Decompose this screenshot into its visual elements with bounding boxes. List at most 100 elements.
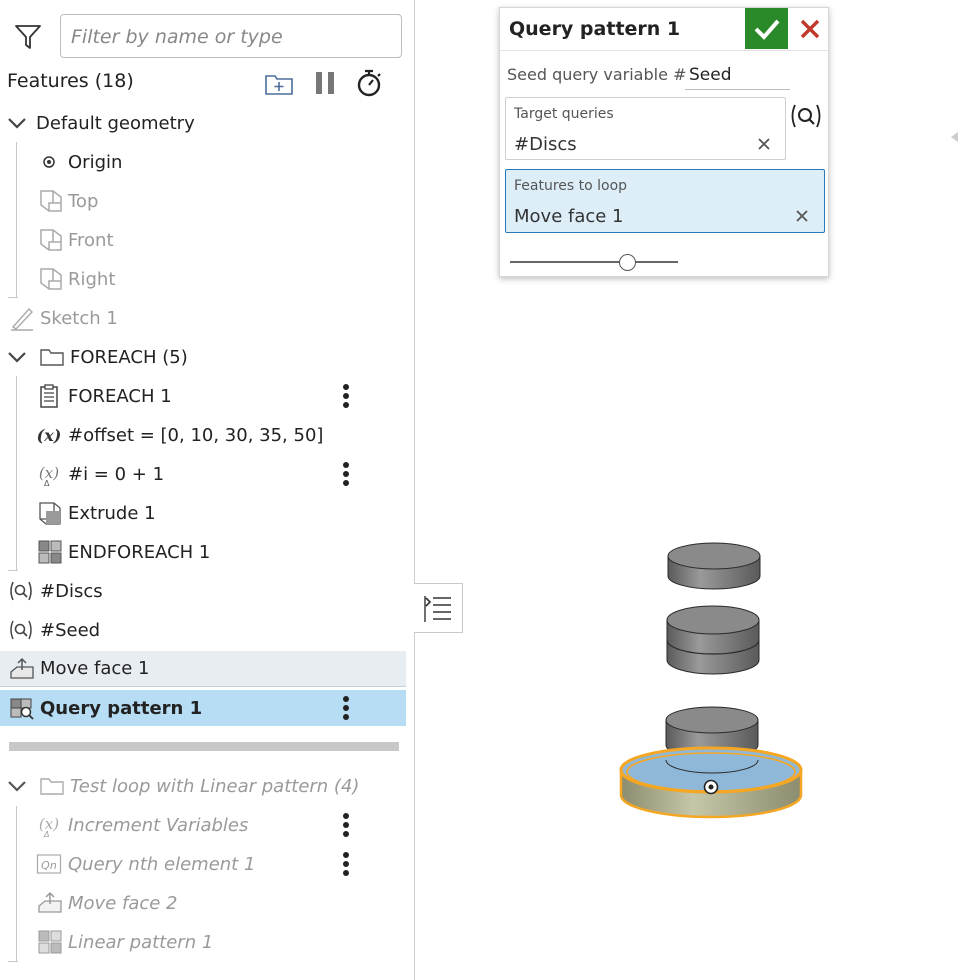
tree-item-increment-variables[interactable]: (x) Δ Increment Variables	[0, 807, 406, 843]
svg-text:Qn: Qn	[41, 859, 57, 872]
seed-variable-label: Seed query variable #	[507, 65, 687, 84]
features-to-loop-value: Move face 1	[514, 206, 624, 227]
plane-icon	[40, 229, 62, 251]
query-search-icon[interactable]	[789, 101, 823, 131]
collapse-arrow-icon[interactable]	[949, 130, 958, 144]
tree-item-endforeach-1[interactable]: ENDFOREACH 1	[0, 534, 406, 570]
origin-point-icon	[43, 156, 55, 168]
tree-item-query-pattern-1[interactable]: Query pattern 1	[0, 690, 406, 726]
move-face-icon	[38, 891, 62, 913]
tree-item-sketch-1[interactable]: Sketch 1	[0, 300, 406, 336]
tree-item-seed-query[interactable]: #Seed	[0, 612, 406, 648]
tree-item-label: #offset = [0, 10, 30, 35, 50]	[68, 424, 324, 446]
origin-marker-icon	[703, 779, 719, 795]
filter-input[interactable]: Filter by name or type	[60, 14, 402, 58]
tree-item-label: FOREACH (5)	[70, 346, 188, 368]
chevron-down-icon[interactable]	[4, 344, 30, 370]
tree-item-linear-pattern-1[interactable]: Linear pattern 1	[0, 924, 406, 960]
sketch-pencil-icon	[11, 307, 33, 331]
more-options-icon[interactable]	[338, 694, 354, 722]
svg-text:Δ: Δ	[44, 479, 50, 487]
cancel-button[interactable]	[791, 8, 829, 49]
clear-icon[interactable]	[756, 136, 772, 152]
query-variable-icon	[10, 620, 32, 640]
folder-icon	[40, 778, 64, 795]
divider	[500, 50, 830, 51]
clear-icon[interactable]	[794, 208, 810, 224]
tree-item-extrude-1[interactable]: Extrude 1	[0, 495, 406, 531]
tree-folder-foreach[interactable]: FOREACH (5)	[0, 339, 406, 375]
stopwatch-icon[interactable]	[354, 68, 384, 98]
more-options-icon[interactable]	[338, 811, 354, 839]
features-to-loop-label: Features to loop	[514, 178, 628, 194]
tree-item-label: Increment Variables	[68, 814, 249, 836]
linear-pattern-icon	[38, 930, 62, 954]
checkmark-icon	[754, 19, 780, 40]
query-nth-icon: Qn	[36, 854, 62, 874]
slider-track[interactable]	[510, 261, 678, 263]
clipboard-icon	[40, 384, 58, 408]
tree-folder-default-geometry[interactable]: Default geometry	[0, 105, 406, 141]
tree-item-label: Query pattern 1	[40, 697, 203, 719]
tree-item-label: Sketch 1	[40, 307, 118, 329]
tree-item-label: Top	[68, 190, 99, 212]
tree-item-front-plane[interactable]: Front	[0, 222, 406, 258]
app-window: Filter by name or type Features (18) Def…	[0, 0, 958, 980]
disc-body[interactable]	[667, 542, 761, 590]
tree-item-label: Test loop with Linear pattern (4)	[70, 775, 360, 797]
extrude-icon	[39, 502, 61, 525]
more-options-icon[interactable]	[338, 850, 354, 878]
tree-item-move-face-1[interactable]: Move face 1	[0, 651, 406, 687]
plane-icon	[40, 268, 62, 290]
add-folder-icon[interactable]	[264, 68, 294, 98]
tree-item-label: Query nth element 1	[68, 853, 256, 875]
slider-handle[interactable]	[619, 254, 637, 271]
tree-guide	[8, 961, 18, 962]
more-options-icon[interactable]	[338, 382, 354, 410]
seed-variable-input[interactable]: Seed	[685, 62, 790, 90]
tree-item-label: Front	[68, 229, 114, 251]
tree-item-label: Origin	[68, 151, 123, 173]
features-to-loop-field[interactable]: Features to loop Move face 1	[505, 169, 825, 233]
tree-guide	[8, 570, 18, 571]
move-face-icon	[10, 657, 34, 679]
tree-item-move-face-2[interactable]: Move face 2	[0, 885, 406, 921]
dialog-title: Query pattern 1	[509, 18, 681, 40]
pause-icon[interactable]	[310, 68, 340, 98]
folder-icon	[40, 349, 64, 366]
tree-item-offset-variable[interactable]: (x) #offset = [0, 10, 30, 35, 50]	[0, 417, 406, 453]
chevron-down-icon[interactable]	[4, 110, 30, 136]
tree-item-origin[interactable]: Origin	[0, 144, 406, 180]
tree-item-label: Default geometry	[36, 112, 195, 134]
tree-item-label: #i = 0 + 1	[68, 463, 165, 485]
target-queries-field[interactable]: Target queries #Discs	[505, 97, 786, 160]
plane-icon	[40, 190, 62, 212]
filter-icon[interactable]	[14, 24, 42, 50]
tree-item-label: #Discs	[40, 580, 103, 602]
tree-item-label: Extrude 1	[68, 502, 156, 524]
query-variable-icon	[10, 581, 32, 601]
rollback-bar[interactable]	[9, 742, 399, 751]
increment-variable-icon: (x) Δ	[39, 464, 59, 487]
target-queries-label: Target queries	[514, 106, 614, 122]
more-options-icon[interactable]	[338, 460, 354, 488]
chevron-down-icon[interactable]	[4, 773, 30, 799]
tree-item-label: Move face 1	[40, 658, 150, 679]
tree-item-top-plane[interactable]: Top	[0, 183, 406, 219]
target-queries-value: #Discs	[514, 134, 577, 155]
tree-item-label: Linear pattern 1	[68, 931, 214, 953]
tree-folder-test-loop[interactable]: Test loop with Linear pattern (4)	[0, 768, 406, 804]
accept-button[interactable]	[745, 8, 788, 49]
tree-item-discs-query[interactable]: #Discs	[0, 573, 406, 609]
svg-text:(x): (x)	[37, 426, 62, 445]
variable-icon: (x)	[37, 426, 62, 445]
tree-guide	[8, 297, 18, 298]
query-pattern-dialog: Query pattern 1 Seed query variable # Se…	[499, 7, 830, 277]
query-pattern-icon	[10, 698, 34, 720]
disc-body[interactable]	[666, 605, 760, 675]
tree-item-foreach-1[interactable]: FOREACH 1	[0, 378, 406, 414]
tree-item-right-plane[interactable]: Right	[0, 261, 406, 297]
svg-text:Δ: Δ	[43, 830, 49, 838]
tree-item-query-nth-element[interactable]: Qn Query nth element 1	[0, 846, 406, 882]
tree-item-i-variable[interactable]: (x) Δ #i = 0 + 1	[0, 456, 406, 492]
